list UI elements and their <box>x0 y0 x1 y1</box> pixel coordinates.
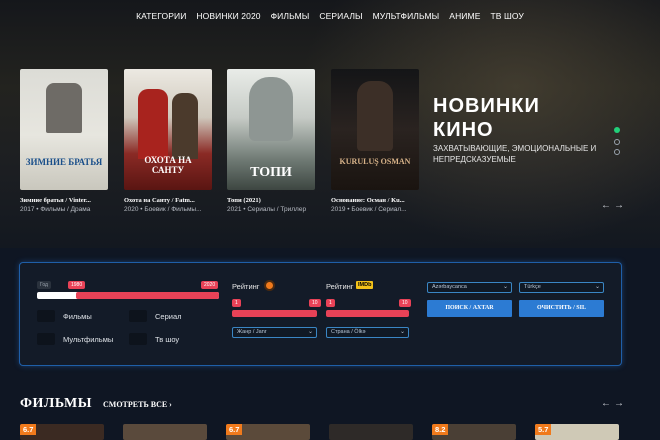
movie-thumb[interactable] <box>123 424 207 440</box>
slide-poster[interactable]: ЗИМНИЕ БРАТЬЯ <box>20 69 108 190</box>
checkbox-cartoons[interactable]: Мультфильмы <box>37 333 113 345</box>
movie-thumb[interactable] <box>329 424 413 440</box>
slide-meta: 2019 • Боевик / Сериал... <box>331 206 407 213</box>
movie-thumb[interactable]: 6.7 <box>226 424 310 440</box>
hero-title: НОВИНКИ КИНО <box>433 95 540 141</box>
checkbox-box[interactable] <box>129 310 147 322</box>
year-label: Год <box>37 281 51 289</box>
year-slider-range[interactable] <box>76 292 219 299</box>
checkbox-label: Тв шоу <box>155 334 180 344</box>
chevron-down-icon: ⌄ <box>307 329 313 335</box>
see-all-link[interactable]: СМОТРЕТЬ ВСЕ › <box>103 400 172 409</box>
rating-kp-slider[interactable] <box>232 310 317 317</box>
movie-thumb[interactable]: 8.2 <box>432 424 516 440</box>
nav-new-2020[interactable]: НОВИНКИ 2020 <box>191 11 265 21</box>
rating-badge: 6.7 <box>226 424 243 435</box>
slide-poster[interactable]: KURULUŞ OSMAN <box>331 69 419 190</box>
page: КАТЕГОРИИ НОВИНКИ 2020 ФИЛЬМЫ СЕРИАЛЫ МУ… <box>0 0 660 440</box>
rating-kp-label: Рейтинг <box>232 282 260 291</box>
checkbox-label: Фильмы <box>63 311 92 321</box>
checkbox-box[interactable] <box>129 333 147 345</box>
chevron-down-icon: ⌄ <box>502 284 508 290</box>
chevron-down-icon: ⌄ <box>399 329 405 335</box>
language-select-az[interactable]: Azərbaycanca ⌄ <box>427 282 512 293</box>
rating-badge: 6.7 <box>20 424 37 435</box>
slide-meta: 2021 • Сериалы / Триллер <box>227 206 307 213</box>
nav-series[interactable]: СЕРИАЛЫ <box>314 11 367 21</box>
prev-arrow-icon[interactable]: ← <box>601 398 611 409</box>
language-select-tr[interactable]: Türkçe ⌄ <box>519 282 604 293</box>
checkbox-films[interactable]: Фильмы <box>37 310 92 322</box>
rating-imdb-min: 1 <box>326 299 335 307</box>
checkbox-box[interactable] <box>37 333 55 345</box>
prev-arrow-icon[interactable]: ← <box>601 200 611 211</box>
checkbox-label: Мультфильмы <box>63 334 114 344</box>
imdb-badge: IMDb <box>356 281 374 289</box>
checkbox-box[interactable] <box>37 310 55 322</box>
country-select-value: Страна / Ölkə <box>331 329 366 335</box>
slide-card[interactable]: ТОПИ Топи (2021) 2021 • Сериалы / Трилле… <box>227 69 315 213</box>
nav-cartoons[interactable]: МУЛЬТФИЛЬМЫ <box>368 11 445 21</box>
country-select[interactable]: Страна / Ölkə ⌄ <box>326 327 409 338</box>
movie-thumb[interactable]: 5.7 <box>535 424 619 440</box>
year-max-label: 2020 <box>201 281 219 289</box>
rating-imdb-max: 10 <box>399 299 411 307</box>
hero-subtitle: ЗАХВАТЫВАЮЩИЕ, ЭМОЦИОНАЛЬНЫЕ И НЕПРЕДСКА… <box>433 144 597 164</box>
genre-select[interactable]: Жанр / Janr ⌄ <box>232 327 317 338</box>
rating-badge: 8.2 <box>432 424 449 435</box>
rating-imdb-label: Рейтинг <box>326 282 354 291</box>
top-navigation: КАТЕГОРИИ НОВИНКИ 2020 ФИЛЬМЫ СЕРИАЛЫ МУ… <box>0 0 660 32</box>
clear-button[interactable]: ОЧИСТИТЬ / SIL <box>519 300 604 317</box>
nav-films[interactable]: ФИЛЬМЫ <box>266 11 315 21</box>
next-arrow-icon[interactable]: → <box>614 200 624 211</box>
slider-dot[interactable] <box>614 149 620 155</box>
slide-meta: 2020 • Боевик / Фильмы... <box>124 206 202 213</box>
poster-title: KURULUŞ OSMAN <box>339 157 411 166</box>
poster-title: ОХОТА НА САНТУ <box>144 155 192 175</box>
rating-kp-max: 10 <box>309 299 321 307</box>
slider-dot[interactable] <box>614 139 620 145</box>
films-section-title: ФИЛЬМЫ <box>20 396 93 411</box>
slider-dot-active[interactable] <box>614 127 620 133</box>
slide-card[interactable]: ЗИМНИЕ БРАТЬЯ Зимние братья / Vinter... … <box>20 69 108 213</box>
poster-title: ТОПИ <box>250 165 292 180</box>
slide-title[interactable]: Зимние братья / Vinter... <box>20 197 108 204</box>
checkbox-tv-show[interactable]: Тв шоу <box>129 333 179 345</box>
language-select-value: Türkçe <box>524 284 541 290</box>
slide-card[interactable]: KURULUŞ OSMAN Основание: Осман / Ku... 2… <box>331 69 419 213</box>
slide-card[interactable]: ОХОТА НА САНТУ Охота на Санту / Fatm... … <box>124 69 212 213</box>
nav-tv-show[interactable]: ТВ ШОУ <box>485 11 528 21</box>
hero-banner: КАТЕГОРИИ НОВИНКИ 2020 ФИЛЬМЫ СЕРИАЛЫ МУ… <box>0 0 660 248</box>
rating-badge: 5.7 <box>535 424 552 435</box>
search-button[interactable]: ПОИСК / AXTAR <box>427 300 512 317</box>
rating-imdb-slider[interactable] <box>326 310 409 317</box>
language-select-value: Azərbaycanca <box>432 284 467 290</box>
slide-meta: 2017 • Фильмы / Драма <box>20 206 91 213</box>
nav-categories[interactable]: КАТЕГОРИИ <box>131 11 191 21</box>
slide-poster[interactable]: ОХОТА НА САНТУ <box>124 69 212 190</box>
movie-thumb[interactable]: 6.7 <box>20 424 104 440</box>
kinopoisk-icon <box>264 280 275 291</box>
slide-title[interactable]: Топи (2021) <box>227 197 315 204</box>
rating-kp-min: 1 <box>232 299 241 307</box>
nav-anime[interactable]: АНИМЕ <box>444 11 485 21</box>
year-min-label: 1980 <box>68 281 86 289</box>
poster-title: ЗИМНИЕ БРАТЬЯ <box>25 157 103 167</box>
slide-title[interactable]: Основание: Осман / Ku... <box>331 197 419 204</box>
checkbox-series[interactable]: Сериал <box>129 310 182 322</box>
slide-poster[interactable]: ТОПИ <box>227 69 315 190</box>
genre-select-value: Жанр / Janr <box>237 329 267 335</box>
chevron-down-icon: ⌄ <box>594 284 600 290</box>
checkbox-label: Сериал <box>155 311 182 321</box>
next-arrow-icon[interactable]: → <box>614 398 624 409</box>
slide-title[interactable]: Охота на Санту / Fatm... <box>124 197 212 204</box>
